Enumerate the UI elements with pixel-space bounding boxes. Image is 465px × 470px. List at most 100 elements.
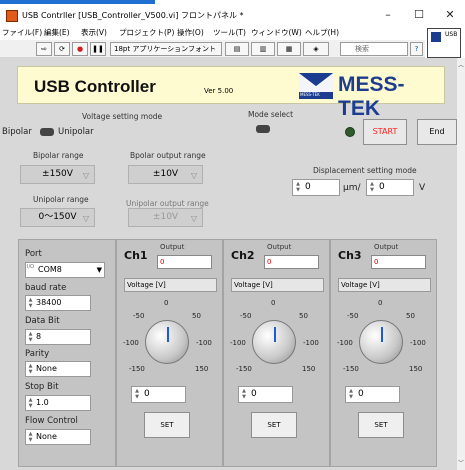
baud-rate-input[interactable]: ▲ ▼ 38400 [25, 295, 91, 311]
menu-file[interactable]: ファイル(F) [2, 27, 42, 38]
set-button[interactable]: SET [251, 412, 297, 438]
menu-window[interactable]: ウィンドウ(W) [251, 27, 302, 38]
channel-value-input[interactable]: ▲ ▼ 0 [238, 386, 293, 403]
spinner-icon[interactable]: ▲ ▼ [27, 363, 34, 375]
knob-tick: 0 [271, 299, 276, 307]
mode-select-toggle[interactable] [256, 125, 270, 133]
set-button[interactable]: SET [358, 412, 404, 438]
spinner-icon[interactable]: ▲ ▼ [27, 431, 34, 443]
bipolar-range-select[interactable]: ±150V ▽ [20, 165, 95, 184]
run-continuous-icon[interactable]: ⟳ [54, 42, 70, 56]
spinner-icon[interactable]: ▲ ▼ [368, 181, 376, 194]
help-icon[interactable]: ? [410, 42, 423, 56]
maximize-button[interactable]: ☐ [411, 8, 427, 22]
output-label: Output [374, 243, 399, 251]
reorder-icon[interactable]: ◈ [303, 42, 329, 56]
menu-edit[interactable]: 編集(E) [44, 27, 70, 38]
output-label: Output [160, 243, 185, 251]
set-button[interactable]: SET [144, 412, 190, 438]
start-button[interactable]: START [363, 119, 407, 145]
channel-mode-select[interactable]: Voltage [V] [231, 278, 324, 292]
run-arrow-icon[interactable]: ⇨ [36, 42, 52, 56]
messtek-logo-text: MESS-TEK [338, 73, 405, 120]
spinner-icon[interactable]: ▲ ▼ [27, 331, 34, 343]
unipolar-output-select[interactable]: ±10V ▽ [128, 208, 203, 227]
dropdown-arrow-icon: ▽ [82, 214, 89, 223]
close-button[interactable]: ✕ [442, 8, 458, 22]
voltage-mode-toggle[interactable] [40, 128, 54, 136]
spinner-icon[interactable]: ▲ ▼ [240, 388, 248, 401]
port-select[interactable]: I/O COM8 ▼ [25, 262, 105, 278]
spinner-icon[interactable]: ▲ ▼ [294, 181, 302, 194]
flow-control-select[interactable]: ▲ ▼ None [25, 429, 91, 445]
knob-tick: 50 [192, 312, 201, 320]
usb-icon-block [431, 32, 441, 42]
displacement-um-input[interactable]: ▲ ▼ 0 [292, 179, 340, 196]
channel-value-input[interactable]: ▲ ▼ 0 [131, 386, 186, 403]
app-title: USB Controller [34, 77, 156, 96]
knob-needle [167, 327, 169, 342]
unipolar-range-select[interactable]: 0～150V ▽ [20, 208, 95, 227]
stop-bit-input[interactable]: ▲ ▼ 1.0 [25, 395, 91, 411]
menu-help[interactable]: ヘルプ(H) [305, 27, 339, 38]
parity-select[interactable]: ▲ ▼ None [25, 361, 91, 377]
front-panel: USB Controller Ver 5.00 MESS-TEK MESS-TE… [0, 58, 457, 470]
um-unit-label: μm/ [343, 183, 361, 193]
spinner-icon[interactable]: ▲ ▼ [347, 388, 355, 401]
port-label: Port [25, 249, 42, 259]
resize-icon[interactable]: ▦ [277, 42, 301, 56]
end-button[interactable]: End [417, 119, 457, 145]
scroll-up-icon[interactable]: ︿ [458, 60, 464, 69]
channel-panel-2: Ch2 Output 0 Voltage [V] 0 -50 50 -100 -… [223, 239, 330, 467]
flow-control-value: None [36, 432, 57, 441]
menu-view[interactable]: 表示(V) [81, 27, 107, 38]
menu-tools[interactable]: ツール(T) [213, 27, 246, 38]
mode-select-label: Mode select [248, 110, 294, 119]
channel-panel-1: Ch1 Output 0 Voltage [V] 0 -50 50 -100 -… [116, 239, 223, 467]
knob-tick: -150 [236, 365, 252, 373]
distribute-icon[interactable]: ▥ [251, 42, 275, 56]
pause-icon[interactable]: ❚❚ [90, 42, 106, 56]
voltage-knob[interactable] [359, 320, 403, 364]
spinner-icon[interactable]: ▲ ▼ [27, 297, 34, 309]
channel-mode-select[interactable]: Voltage [V] [338, 278, 431, 292]
data-bit-input[interactable]: ▲ ▼ 8 [25, 329, 91, 345]
bipolar-range-label: Bipolar range [33, 151, 84, 160]
bipolar-output-label: Bpolar output range [130, 151, 206, 160]
channel-value-input[interactable]: ▲ ▼ 0 [345, 386, 400, 403]
displacement-um-value: 0 [305, 182, 311, 192]
port-settings-panel: Port I/O COM8 ▼ baud rate ▲ ▼ 38400 Data Bi… [18, 239, 116, 467]
menu-project[interactable]: プロジェクト(P) [119, 27, 174, 38]
data-bit-label: Data Bit [25, 316, 60, 326]
knob-tick: -100 [196, 339, 212, 347]
unipolar-label: Unipolar [58, 127, 94, 137]
vertical-scrollbar[interactable]: ︿ ﹀ [457, 58, 465, 470]
baud-rate-value: 38400 [36, 298, 62, 307]
knob-tick: -50 [347, 312, 359, 320]
align-icon[interactable]: ▤ [225, 42, 249, 56]
font-selector[interactable]: 18pt アプリケーションフォント [110, 42, 222, 56]
displacement-v-input[interactable]: ▲ ▼ 0 [366, 179, 414, 196]
search-input[interactable]: 検索 [340, 42, 408, 56]
menu-operate[interactable]: 操作(O) [177, 27, 204, 38]
port-value: COM8 [38, 265, 62, 274]
spinner-icon[interactable]: ▲ ▼ [133, 388, 141, 401]
toolbar: ⇨ ⟳ ● ❚❚ 18pt アプリケーションフォント ▤ ▥ ▦ ◈ 検索 ? [0, 40, 425, 58]
channel-mode-select[interactable]: Voltage [V] [124, 278, 217, 292]
channel-title: Ch3 [338, 249, 362, 262]
dropdown-arrow-icon: ▽ [82, 171, 89, 180]
knob-tick: 150 [409, 365, 423, 373]
voltage-knob[interactable] [145, 320, 189, 364]
spinner-icon[interactable]: ▲ ▼ [27, 397, 34, 409]
logo-mark-label: MESS-TEK [300, 92, 320, 97]
v-unit-label: V [419, 183, 426, 193]
minimize-button[interactable]: – [380, 8, 396, 22]
knob-needle [274, 327, 276, 342]
voltage-knob[interactable] [252, 320, 296, 364]
abort-icon[interactable]: ● [72, 42, 88, 56]
scroll-down-icon[interactable]: ﹀ [458, 458, 464, 467]
knob-tick: 150 [302, 365, 316, 373]
knob-tick: -100 [230, 339, 246, 347]
bipolar-output-select[interactable]: ±10V ▽ [128, 165, 203, 184]
usb-icon-label: USB [445, 31, 458, 38]
